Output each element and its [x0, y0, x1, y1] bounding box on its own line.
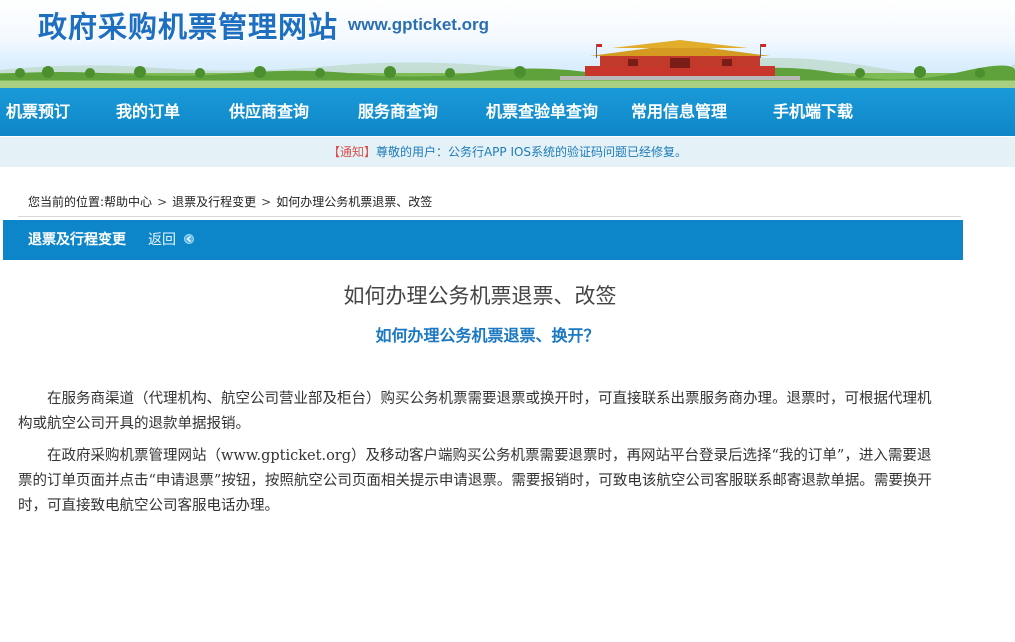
breadcrumb-divider	[18, 216, 961, 217]
breadcrumb-item-help-center[interactable]: 帮助中心	[104, 193, 152, 210]
breadcrumb: 您当前的位置:帮助中心 > 退票及行程变更 > 如何办理公务机票退票、改签	[28, 193, 432, 210]
back-label: 返回	[148, 232, 176, 248]
nav-item-ticket-booking[interactable]: 机票预订	[6, 88, 70, 136]
breadcrumb-separator: >	[261, 195, 272, 209]
notice-text[interactable]: 尊敬的用户：公务行APP IOS系统的验证码问题已经修复。	[376, 145, 687, 159]
back-button[interactable]: 返回	[148, 220, 195, 260]
article-paragraph: 在服务商渠道（代理机构、航空公司营业部及柜台）购买公务机票需要退票或换开时，可直…	[18, 391, 932, 432]
site-banner: 政府采购机票管理网站 www.gpticket.org	[0, 0, 1015, 88]
notice-tag: 【通知】	[327, 145, 376, 159]
nav-item-mobile-download[interactable]: 手机端下载	[773, 88, 853, 136]
nav-item-supplier-query[interactable]: 供应商查询	[229, 88, 309, 136]
section-header: 退票及行程变更 返回	[3, 220, 963, 260]
nav-item-service-query[interactable]: 服务商查询	[358, 88, 438, 136]
article-subtitle: 如何办理公务机票退票、换开？	[375, 326, 600, 345]
back-arrow-icon	[184, 233, 195, 244]
banner-scenery	[0, 40, 1015, 88]
nav-item-my-orders[interactable]: 我的订单	[116, 88, 180, 136]
nav-item-common-info[interactable]: 常用信息管理	[631, 88, 727, 136]
breadcrumb-item-refund-change[interactable]: 退票及行程变更	[172, 193, 256, 210]
breadcrumb-prefix: 您当前的位置:	[28, 195, 105, 209]
article-title: 如何办理公务机票退票、改签	[343, 284, 617, 308]
section-title: 退票及行程变更	[28, 232, 126, 248]
breadcrumb-separator: >	[157, 195, 168, 209]
notice-bar: 【通知】尊敬的用户：公务行APP IOS系统的验证码问题已经修复。	[0, 137, 1015, 167]
site-url[interactable]: www.gpticket.org	[348, 15, 489, 35]
nav-item-ticket-check-query[interactable]: 机票查验单查询	[486, 88, 598, 136]
main-nav: 机票预订 我的订单 供应商查询 服务商查询 机票查验单查询 常用信息管理 手机端…	[0, 88, 1015, 136]
breadcrumb-item-current: 如何办理公务机票退票、改签	[276, 195, 433, 209]
article-paragraph: 在政府采购机票管理网站（www.gpticket.org）及移动客户端购买公务机…	[18, 448, 932, 514]
